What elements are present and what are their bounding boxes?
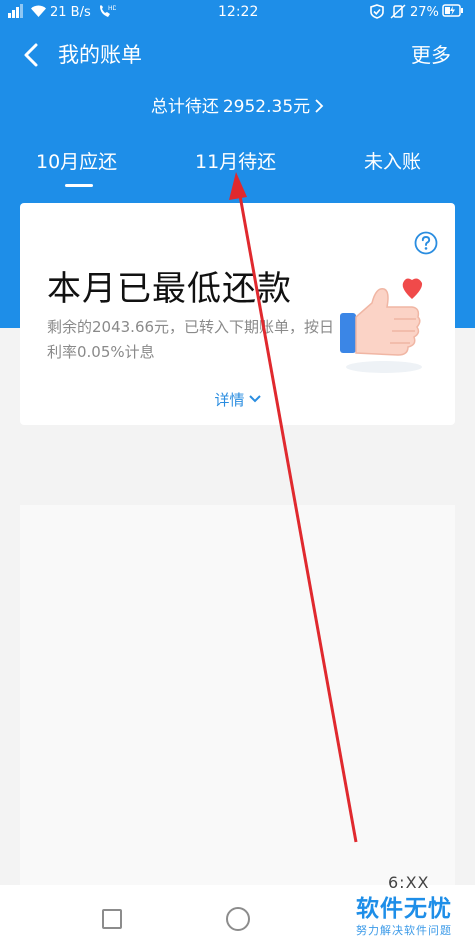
card-description: 剩余的2043.66元，已转入下期账单，按日利率0.05%计息 — [47, 318, 335, 361]
partial-text: 6:XX — [388, 873, 430, 892]
battery-percent: 27% — [410, 5, 439, 20]
network-speed: 21 B/s — [50, 5, 91, 20]
watermark-title: 软件无忧 — [356, 896, 452, 922]
more-button[interactable]: 更多 — [411, 40, 451, 70]
bill-list-card — [20, 505, 455, 885]
details-label: 详情 — [214, 391, 245, 409]
card-title: 本月已最低还款 — [47, 269, 292, 309]
total-due-link[interactable]: 总计待还 2952.35元 — [0, 94, 475, 120]
chevron-left-icon — [24, 43, 38, 67]
clock: 12:22 — [218, 4, 259, 20]
home-button[interactable] — [226, 907, 250, 931]
wifi-icon — [30, 4, 47, 23]
watermark-subtitle: 努力解决软件问题 — [356, 924, 452, 937]
shield-icon — [370, 4, 384, 24]
watermark: 软件无忧 努力解决软件问题 — [356, 895, 468, 947]
tab-november-pending[interactable]: 11月待还 — [195, 148, 276, 176]
tab-active-indicator — [65, 184, 93, 187]
chevron-right-icon — [315, 99, 324, 113]
tab-october-due[interactable]: 10月应还 — [36, 148, 117, 176]
page-title: 我的账单 — [58, 43, 142, 67]
total-due-amount: 2952.35元 — [222, 97, 311, 117]
back-button[interactable] — [18, 40, 44, 70]
question-icon[interactable] — [414, 231, 438, 255]
hd-call-icon: HD — [98, 4, 118, 24]
signal-icon — [8, 4, 26, 23]
vibrate-mute-icon — [390, 4, 406, 24]
tab-unbilled[interactable]: 未入账 — [364, 148, 421, 176]
recent-apps-button[interactable] — [102, 909, 122, 929]
svg-text:HD: HD — [108, 5, 116, 12]
bill-status-card: 本月已最低还款 剩余的2043.66元，已转入下期账单，按日利率0.05%计息 … — [20, 203, 455, 425]
status-bar: 21 B/s HD 12:22 27% — [0, 0, 475, 26]
total-due-label: 总计待还 — [150, 97, 219, 117]
battery-icon — [442, 4, 464, 22]
chevron-down-icon — [248, 395, 261, 403]
thumbs-up-icon — [340, 278, 423, 373]
details-toggle[interactable]: 详情 — [20, 389, 455, 411]
